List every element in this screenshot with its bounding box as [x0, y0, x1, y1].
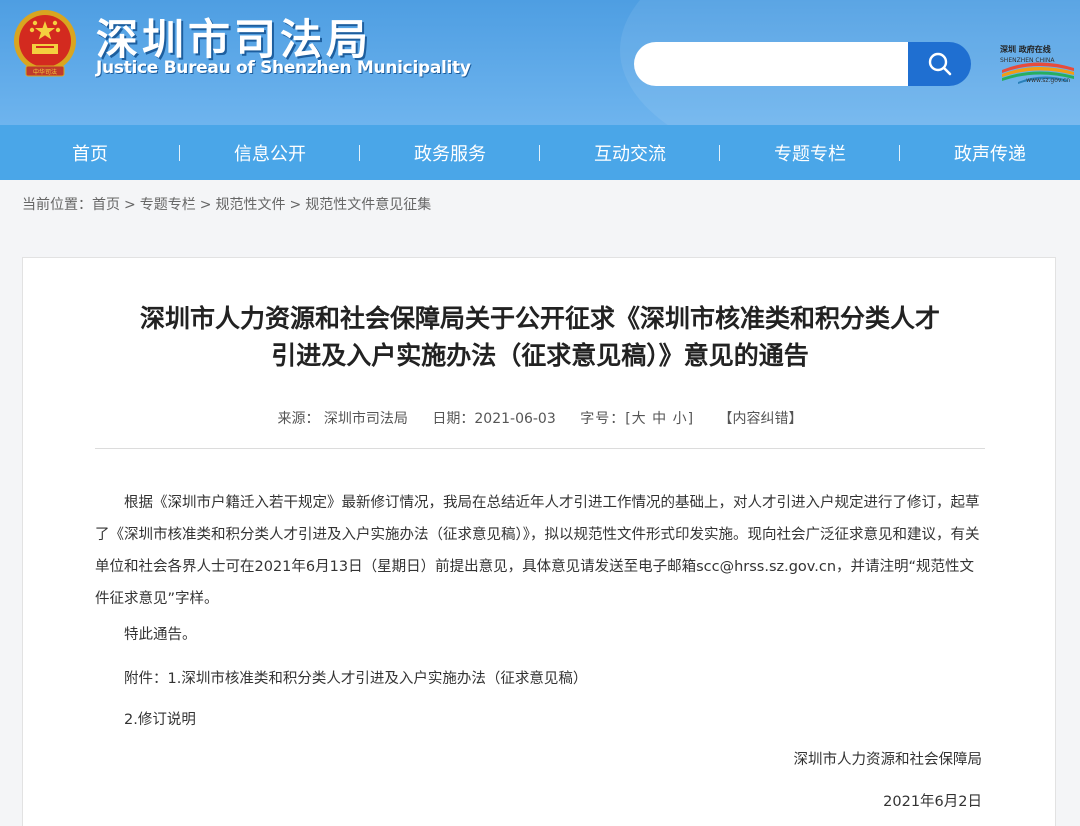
breadcrumb: 当前位置：首页 > 专题专栏 > 规范性文件 > 规范性文件意见征集 [22, 194, 431, 214]
shenzhen-gov-logo[interactable]: 深圳 政府在线 SHENZHEN CHINA www.sz.gov.cn [998, 44, 1076, 86]
breadcrumb-current[interactable]: 规范性文件意见征集 [305, 197, 431, 213]
article-title: 深圳市人力资源和社会保障局关于公开征求《深圳市核准类和积分类人才 引进及入户实施… [23, 300, 1057, 374]
svg-text:中华司法: 中华司法 [33, 68, 57, 76]
article-signature: 深圳市人力资源和社会保障局 [793, 752, 983, 768]
breadcrumb-prefix: 当前位置： [22, 197, 92, 213]
shenzhen-logo-sub: SHENZHEN CHINA [1000, 57, 1055, 64]
search-button[interactable] [908, 42, 971, 86]
nav-label: 政务服务 [414, 143, 486, 165]
breadcrumb-separator: > [124, 197, 136, 213]
article-body: 根据《深圳市户籍迁入若干规定》最新修订情况，我局在总结近年人才引进工作情况的基础… [95, 495, 980, 607]
article-title-line: 深圳市人力资源和社会保障局关于公开征求《深圳市核准类和积分类人才 [139, 304, 940, 333]
nav-item-info-disclosure[interactable]: 信息公开 [180, 125, 360, 180]
breadcrumb-separator: > [289, 197, 302, 213]
nav-item-interaction[interactable]: 互动交流 [540, 125, 720, 180]
nav-label: 首页 [72, 143, 108, 165]
article-meta: 来源： 深圳市司法局 日期：2021-06-03 字号：[大 中 小] 【内容纠… [23, 408, 1057, 428]
article-notice: 特此通告。 [124, 627, 197, 643]
nav-item-special-topics[interactable]: 专题专栏 [720, 125, 900, 180]
article-source: 来源： 深圳市司法局 [277, 411, 408, 427]
attachment-link-1[interactable]: 附件：1.深圳市核准类和积分类人才引进及入户实施办法（征求意见稿） [124, 667, 587, 688]
site-subtitle: Justice Bureau of Shenzhen Municipality [96, 58, 471, 78]
main-nav: 首页 信息公开 政务服务 互动交流 专题专栏 政声传递 [0, 125, 1080, 180]
font-size-switcher[interactable]: 字号：[大 中 小] [580, 411, 694, 427]
national-emblem-icon: 中华司法 [14, 10, 76, 77]
content-correction-link[interactable]: 【内容纠错】 [719, 411, 803, 427]
breadcrumb-home[interactable]: 首页 [92, 197, 120, 213]
article-date: 日期：2021-06-03 [432, 411, 556, 427]
nav-label: 政声传递 [954, 143, 1026, 165]
search-icon [928, 52, 951, 76]
shenzhen-logo-url: www.sz.gov.cn [1026, 77, 1070, 84]
breadcrumb-normative-docs[interactable]: 规范性文件 [215, 197, 285, 213]
attachment-link-2[interactable]: 2.修订说明 [124, 708, 196, 729]
breadcrumb-special-topics[interactable]: 专题专栏 [140, 197, 196, 213]
nav-label: 信息公开 [234, 143, 306, 165]
nav-item-gov-services[interactable]: 政务服务 [360, 125, 540, 180]
article-sign-date: 2021年6月2日 [883, 794, 982, 810]
article-panel: 深圳市人力资源和社会保障局关于公开征求《深圳市核准类和积分类人才 引进及入户实施… [22, 257, 1056, 826]
nav-item-gov-voice[interactable]: 政声传递 [900, 125, 1080, 180]
breadcrumb-separator: > [199, 197, 212, 213]
nav-label: 专题专栏 [774, 143, 846, 165]
nav-label: 互动交流 [594, 143, 666, 165]
site-header: 中华司法 深圳市司法局 Justice Bureau of Shenzhen M… [0, 0, 1080, 125]
article-title-line: 引进及入户实施办法（征求意见稿）》意见的通告 [271, 341, 809, 370]
search-input[interactable] [634, 42, 909, 86]
meta-divider [95, 448, 985, 449]
nav-item-home[interactable]: 首页 [0, 125, 180, 180]
shenzhen-logo-text: 深圳 政府在线 [1000, 45, 1051, 54]
